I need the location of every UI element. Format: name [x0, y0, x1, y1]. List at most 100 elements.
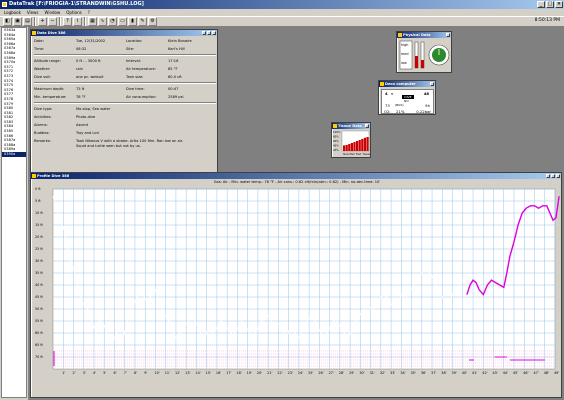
plot-area [52, 188, 556, 370]
tissue-y-label: 40% [333, 144, 339, 148]
tissue-data-window[interactable]: Tissue Data 100% 80% 60% 40% 20% Slow Med Fast T… [331, 122, 371, 158]
close-button[interactable] [446, 33, 450, 37]
physical-data-graphic: high med low [399, 40, 450, 70]
maximize-button[interactable]: □ [546, 1, 554, 8]
menu-options[interactable]: Options [66, 9, 81, 16]
x-tick-label: 23' [288, 371, 293, 375]
x-tick-label: 29' [349, 371, 354, 375]
x-tick-label: 43' [493, 371, 498, 375]
zoom-in-icon[interactable]: + [38, 17, 47, 26]
info-label: Weather: [34, 67, 51, 71]
minimize-button[interactable] [546, 174, 550, 178]
tissue-bar [363, 137, 366, 151]
dive-info-window[interactable]: Data Dive 386 Date: Tue, 12/31/2002 Locati… [30, 29, 218, 181]
deco-icon[interactable]: ▭ [118, 17, 127, 26]
deco-depth: 4 [385, 91, 388, 96]
x-tick-label: 12' [175, 371, 180, 375]
gauge-icon[interactable]: ◔ [108, 17, 117, 26]
x-tick-label: 2' [72, 371, 75, 375]
save-icon[interactable]: ▣ [13, 17, 22, 26]
x-tick-label: 37' [431, 371, 436, 375]
minimize-button[interactable]: _ [537, 1, 545, 8]
menu-logbook[interactable]: Logbook [4, 9, 21, 16]
x-tick-label: 10' [154, 371, 159, 375]
physical-data-title-bar[interactable]: Physical Data [397, 32, 451, 38]
info-label: Dive type: [34, 107, 53, 111]
gauge-low-label: low [401, 61, 407, 65]
info-icon[interactable]: i [73, 17, 82, 26]
print-icon[interactable]: ▤ [23, 17, 32, 26]
info-value: rain [76, 67, 83, 71]
info-label: Site: [126, 47, 135, 51]
x-tick-label: 16' [216, 371, 221, 375]
help-icon[interactable]: ? [63, 17, 72, 26]
settings-icon[interactable]: ⚙ [148, 17, 157, 26]
close-button[interactable] [365, 124, 369, 128]
deco-time: 48 [423, 91, 429, 96]
physical-data-window[interactable]: Physical Data high med low [396, 31, 452, 73]
gauge-med-label: med [401, 52, 409, 56]
toolbar: ◧ ▣ ▤ + − ? i ▦ ∿ ◔ ▭ ▮ ✎ ⚙ [0, 16, 564, 27]
window-icon [333, 124, 337, 128]
window-icon [398, 33, 402, 37]
x-tick-label: 26' [318, 371, 323, 375]
info-value: Tue, 12/31/2002 [76, 39, 106, 43]
menu-help[interactable]: ? [88, 9, 90, 16]
dive-list[interactable]: 0363a 0364a 0365a 0366a 0367a 0368a 0369a 0370a… [1, 27, 27, 398]
y-tick-label: 0 ft [35, 187, 41, 191]
info-label: Activities: [34, 115, 52, 119]
tissue-icon[interactable]: ▮ [128, 17, 137, 26]
info-separator [34, 82, 216, 84]
x-tick-label: 7' [124, 371, 127, 375]
info-value: 73 ft [76, 87, 85, 91]
open-icon[interactable]: ◧ [3, 17, 12, 26]
x-tick-label: 15' [206, 371, 211, 375]
x-tick-label: 1' [62, 371, 65, 375]
maximize-button[interactable] [207, 31, 211, 35]
tissue-data-title-bar[interactable]: Tissue Data [332, 123, 370, 129]
minimize-button[interactable] [202, 31, 206, 35]
info-label: Time: [34, 47, 45, 51]
dive-info-title-bar[interactable]: Data Dive 386 [31, 30, 217, 36]
tools-icon[interactable]: ✎ [138, 17, 147, 26]
menu-window[interactable]: Window [44, 9, 60, 16]
x-tick-label: 48' [544, 371, 549, 375]
zoom-out-icon[interactable]: − [48, 17, 57, 26]
chart-icon[interactable]: ▦ [88, 17, 97, 26]
y-tick-label: 55 ft [35, 319, 44, 323]
x-tick-label: 30' [359, 371, 364, 375]
deco-computer-title-bar[interactable]: Deco computer [379, 81, 435, 87]
physical-data-title: Physical Data [403, 33, 431, 37]
x-tick-label: 20' [257, 371, 262, 375]
info-value: 80.0 cft [168, 75, 182, 79]
info-label: Air temperature: [126, 67, 156, 71]
tissue-data-title: Tissue Data [338, 124, 362, 128]
info-label: Buddies: [34, 131, 50, 135]
y-tick-label: 45 ft [35, 295, 44, 299]
x-tick-label: 32' [380, 371, 385, 375]
toolbar-separator [84, 17, 86, 26]
profile-window[interactable]: Profile Dive 386 Gas: Air - Min. water t… [30, 172, 562, 398]
tissue-y-label: 20% [333, 148, 339, 152]
tissue-bar [350, 143, 353, 151]
mdi-workspace: Data Dive 386 Date: Tue, 12/31/2002 Locati… [28, 27, 564, 400]
maximize-button[interactable] [551, 174, 555, 178]
app-title-bar: DataTrak [F:\FRIOGIA-1\STRANDWIN\GSHU.LO… [0, 0, 564, 9]
x-tick-label: 39' [452, 371, 457, 375]
dive-list-item[interactable]: 0390a [2, 152, 26, 157]
info-value: Klein Bonaire [168, 39, 192, 43]
profile-title-bar[interactable]: Profile Dive 386 [31, 173, 561, 179]
close-button[interactable] [430, 82, 434, 86]
menu-views[interactable]: Views [27, 9, 39, 16]
y-tick-label: 60 ft [35, 331, 44, 335]
info-value: 17:16 [168, 59, 179, 63]
close-button[interactable] [556, 174, 560, 178]
tissue-x-label: Tissue [363, 153, 371, 156]
close-button[interactable]: × [555, 1, 563, 8]
x-tick-label: 36' [421, 371, 426, 375]
profile-icon[interactable]: ∿ [98, 17, 107, 26]
deco-ppo2: 0.22bar [416, 109, 431, 114]
close-button[interactable] [212, 31, 216, 35]
deco-computer-window[interactable]: Deco computer 4 ft 48 DIVE NO 73 (BGS) 9… [378, 80, 436, 115]
y-tick-label: 70 ft [35, 355, 44, 359]
